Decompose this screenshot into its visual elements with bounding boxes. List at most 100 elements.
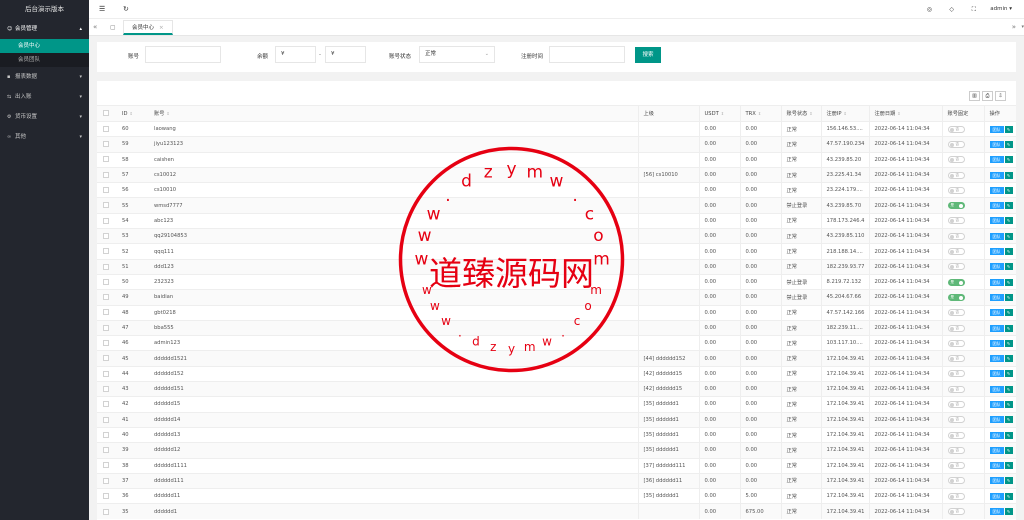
team-button[interactable]: 团队 [989,293,1004,301]
team-button[interactable]: 团队 [989,508,1004,516]
row-checkbox[interactable] [97,503,117,520]
row-checkbox[interactable] [97,212,117,229]
col-header-trx[interactable]: TRX ⇕ [739,105,781,122]
row-checkbox[interactable] [97,335,117,351]
row-checkbox[interactable] [97,488,117,504]
menu-toggle-icon[interactable]: ☰ [99,0,105,19]
edit-icon[interactable]: ✎ [1004,263,1013,271]
team-button[interactable]: 团队 [989,339,1004,347]
team-button[interactable]: 团队 [989,217,1004,225]
sort-icon[interactable]: ⇕ [844,111,847,116]
row-checkbox[interactable] [97,151,117,168]
row-checkbox[interactable] [97,182,117,198]
edit-icon[interactable]: ✎ [1004,202,1013,210]
sort-icon[interactable]: ⇕ [130,111,133,116]
row-checkbox[interactable] [97,228,117,244]
reg-time-input[interactable] [549,46,625,63]
print-icon[interactable]: ⎙ [982,91,993,101]
col-header-id[interactable]: ID ⇕ [117,105,149,122]
edit-icon[interactable]: ✎ [1004,278,1013,286]
fixed-toggle[interactable]: 否 [947,416,965,424]
fixed-toggle[interactable]: 否 [947,217,965,225]
edit-icon[interactable]: ✎ [1004,125,1013,133]
sort-icon[interactable]: ⇕ [721,111,724,116]
row-checkbox[interactable] [97,273,117,290]
status-select[interactable]: 正常 ⌄ [419,46,495,63]
close-icon[interactable]: × [159,25,164,31]
edit-icon[interactable]: ✎ [1004,140,1013,148]
fixed-toggle[interactable]: 否 [947,370,965,378]
sidebar-subitem-1[interactable]: 会员团队 [0,53,89,67]
edit-icon[interactable]: ✎ [1004,324,1013,332]
row-checkbox[interactable] [97,396,117,413]
fixed-toggle[interactable]: 否 [947,140,965,148]
account-input[interactable] [145,46,221,63]
team-button[interactable]: 团队 [989,248,1004,256]
edit-icon[interactable]: ✎ [1004,186,1013,194]
row-checkbox[interactable] [97,365,117,382]
team-button[interactable]: 团队 [989,278,1004,286]
row-checkbox[interactable] [97,457,117,474]
team-button[interactable]: 团队 [989,156,1004,164]
sort-icon[interactable]: ⇕ [758,111,761,116]
sort-icon[interactable]: ⇕ [897,111,900,116]
edit-icon[interactable]: ✎ [1004,462,1013,470]
fixed-toggle[interactable]: 否 [947,232,965,240]
edit-icon[interactable]: ✎ [1004,309,1013,317]
row-checkbox[interactable] [97,426,117,443]
fixed-toggle[interactable]: 否 [947,355,965,363]
balance-max-input[interactable]: ¥ [325,46,366,63]
edit-icon[interactable]: ✎ [1004,156,1013,164]
team-button[interactable]: 团队 [989,492,1004,500]
team-button[interactable]: 团队 [989,232,1004,240]
edit-icon[interactable]: ✎ [1004,355,1013,363]
fixed-toggle[interactable]: 否 [947,446,965,454]
sidebar-subitem-0[interactable]: 会员中心 [0,39,89,53]
edit-icon[interactable]: ✎ [1004,492,1013,500]
row-checkbox[interactable] [97,197,117,214]
team-button[interactable]: 团队 [989,431,1004,439]
edit-icon[interactable]: ✎ [1004,385,1013,393]
search-button[interactable]: 搜索 [635,47,661,63]
team-button[interactable]: 团队 [989,400,1004,408]
col-header-account[interactable]: 账号 ⇕ [149,105,638,122]
sidebar-item-2[interactable]: ⇆ 出入账 ▾ [0,87,89,107]
fixed-toggle[interactable]: 是 [947,278,965,286]
row-checkbox[interactable] [97,166,117,183]
fixed-toggle[interactable]: 否 [947,263,965,271]
edit-icon[interactable]: ✎ [1004,416,1013,424]
edit-icon[interactable]: ✎ [1004,508,1013,516]
row-checkbox[interactable] [97,411,117,428]
row-checkbox[interactable] [97,350,117,367]
edit-icon[interactable]: ✎ [1004,171,1013,179]
theme-icon[interactable]: ◎ [927,0,932,19]
row-checkbox[interactable] [97,258,117,275]
edit-icon[interactable]: ✎ [1004,446,1013,454]
sort-icon[interactable]: ⇕ [166,111,169,116]
edit-icon[interactable]: ✎ [1004,339,1013,347]
row-checkbox[interactable] [97,442,117,459]
tab-scroll-left-icon[interactable]: « [93,19,97,36]
sidebar-item-3[interactable]: ⚙ 货币设置 ▾ [0,107,89,127]
edit-icon[interactable]: ✎ [1004,477,1013,485]
fixed-toggle[interactable]: 否 [947,324,965,332]
select-all-checkbox[interactable] [97,105,117,122]
fixed-toggle[interactable]: 否 [947,171,965,179]
fixed-toggle[interactable]: 是 [947,202,965,210]
tab-scroll-right-icon[interactable]: » [1012,19,1016,36]
team-button[interactable]: 团队 [989,186,1004,194]
fixed-toggle[interactable]: 否 [947,431,965,439]
fixed-toggle[interactable]: 否 [947,508,965,516]
sidebar-item-0[interactable]: ☺ 会员管理 ▴ [0,19,89,39]
team-button[interactable]: 团队 [989,324,1004,332]
team-button[interactable]: 团队 [989,140,1004,148]
row-checkbox[interactable] [97,472,117,489]
edit-icon[interactable]: ✎ [1004,370,1013,378]
team-button[interactable]: 团队 [989,477,1004,485]
team-button[interactable]: 团队 [989,355,1004,363]
edit-icon[interactable]: ✎ [1004,232,1013,240]
balance-min-input[interactable]: ¥ [275,46,316,63]
sidebar-item-1[interactable]: ▪ 报表数据 ▾ [0,67,89,87]
row-checkbox[interactable] [97,136,117,153]
edit-icon[interactable]: ✎ [1004,293,1013,301]
